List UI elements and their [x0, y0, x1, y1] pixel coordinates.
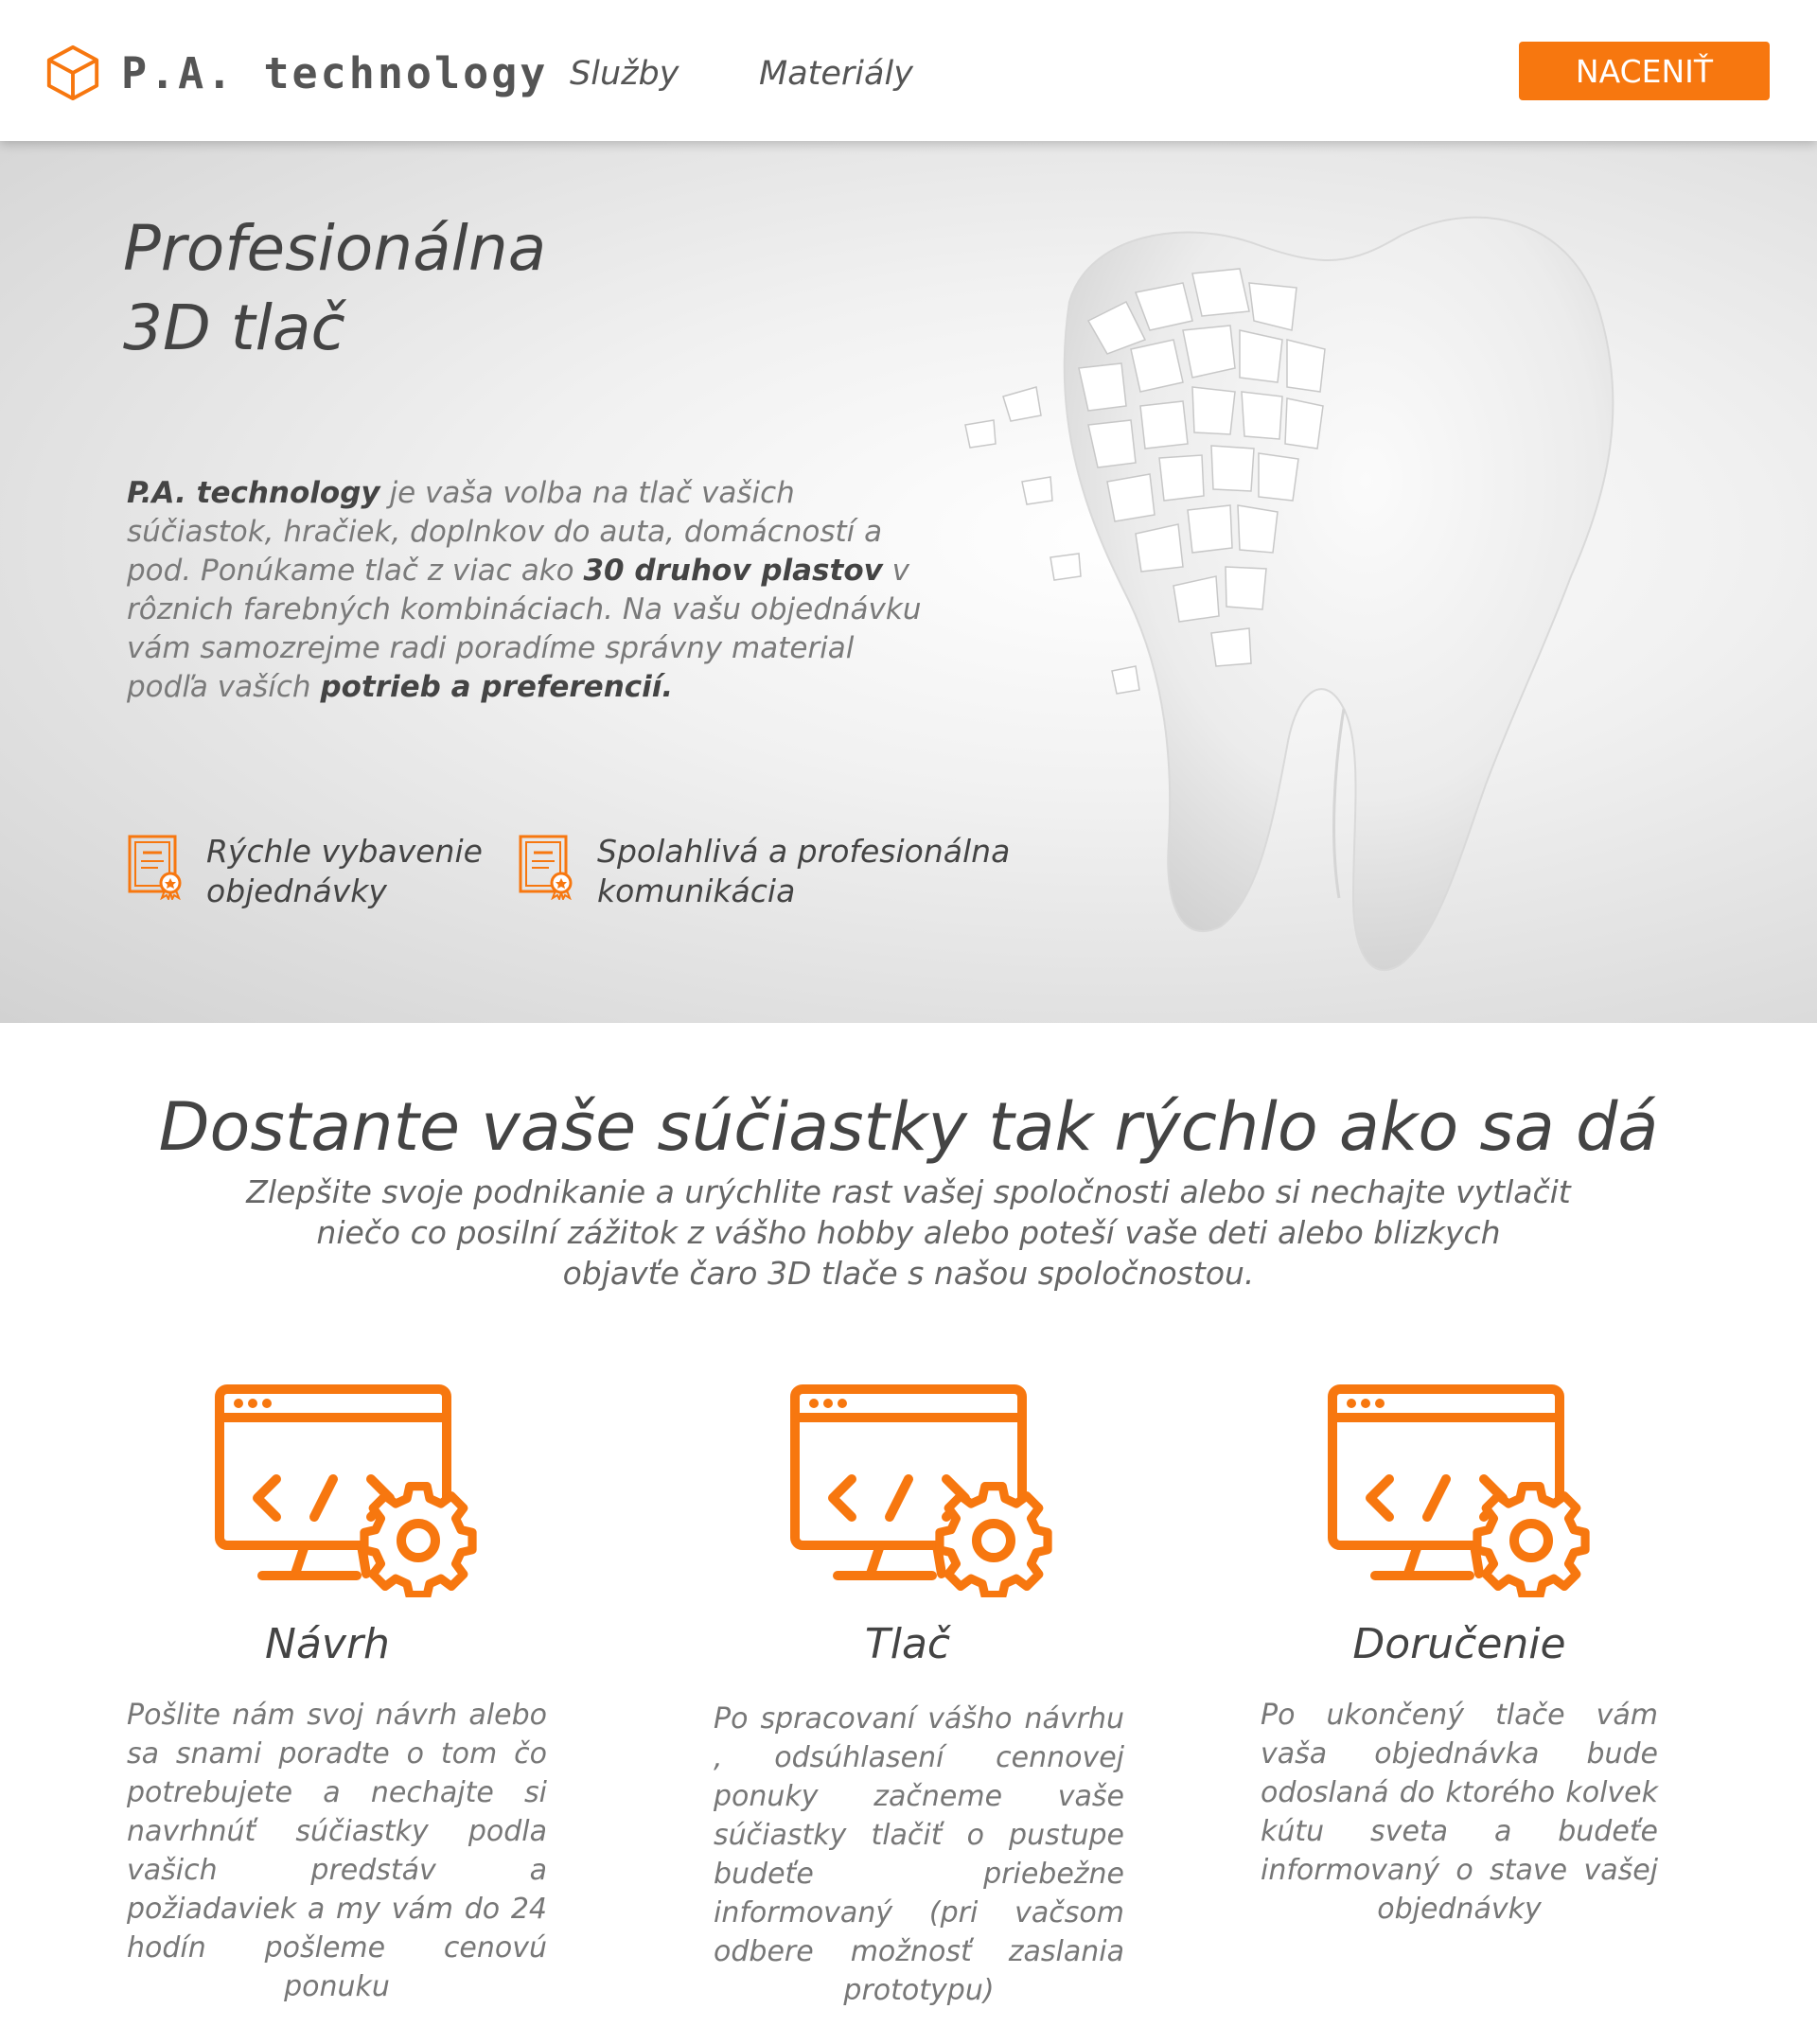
monitor-code-gear-icon — [1328, 1384, 1590, 1597]
hero-desc-brand: P.A. technology — [127, 476, 380, 510]
brand-logo[interactable]: P.A. technology — [44, 44, 548, 102]
brand-name: P.A. technology — [121, 47, 549, 98]
hero-title: Profesionálna 3D tlač — [123, 209, 546, 368]
hero-section: Profesionálna 3D tlač P.A. technology je… — [0, 141, 1817, 1023]
subtitle-line-1: Zlepšite svoje podnikanie a urýchlite ra… — [246, 1173, 1571, 1210]
feature-line-2: objednávky — [206, 872, 387, 909]
certificate-icon — [128, 835, 182, 900]
feature-reliable-communication: Spolahlivá a profesionálna komunikácia — [518, 832, 1010, 911]
quote-button[interactable]: NACENIŤ — [1519, 42, 1770, 100]
card-text-tlac: Po spracovaní vášho návrhu , odsúhlasení… — [714, 1702, 1124, 2007]
hero-desc-plastics: 30 druhov plastov — [583, 554, 883, 588]
nav-link-sluzby[interactable]: Služby — [570, 55, 679, 93]
hero-title-line-2: 3D tlač — [123, 291, 345, 364]
monitor-code-gear-icon — [790, 1384, 1052, 1597]
subtitle-line-3: objavťe čaro 3D tlače s našou spoločnost… — [562, 1255, 1255, 1292]
site-header: P.A. technology Služby Materiály NACENIŤ — [0, 0, 1817, 141]
card-title-tlac: Tlač — [864, 1620, 951, 1668]
card-title-navrh: Návrh — [265, 1620, 390, 1668]
feature-line-1: Rýchle vybavenie — [206, 833, 483, 870]
hero-desc-needs: potrieb a preferencií. — [320, 670, 674, 704]
section-title: Dostante vaše súčiastky tak rýchlo ako s… — [158, 1088, 1659, 1166]
certificate-icon — [519, 835, 573, 900]
tooth-illustration — [964, 216, 1614, 971]
nav-link-materialy[interactable]: Materiály — [759, 55, 913, 93]
feature-text: Rýchle vybavenie objednávky — [206, 832, 483, 911]
card-text-navrh: Pošlite nám svoj návrh alebo sa snami po… — [127, 1699, 547, 2003]
feature-fast-processing: Rýchle vybavenie objednávky — [127, 832, 483, 911]
section-subtitle: Zlepšite svoje podnikanie a urýchlite ra… — [199, 1172, 1618, 1294]
cube-icon — [46, 44, 99, 101]
card-text-dorucenie: Po ukončený tlače vám vaša objednávka bu… — [1261, 1699, 1658, 1926]
hero-description: P.A. technology je vaša volba na tlač va… — [127, 474, 922, 707]
monitor-code-gear-icon — [215, 1384, 477, 1597]
card-title-dorucenie: Doručenie — [1352, 1620, 1566, 1668]
hero-title-line-1: Profesionálna — [123, 212, 547, 285]
subtitle-line-2: niečo co posilní zážitok z vášho hobby a… — [316, 1214, 1501, 1251]
